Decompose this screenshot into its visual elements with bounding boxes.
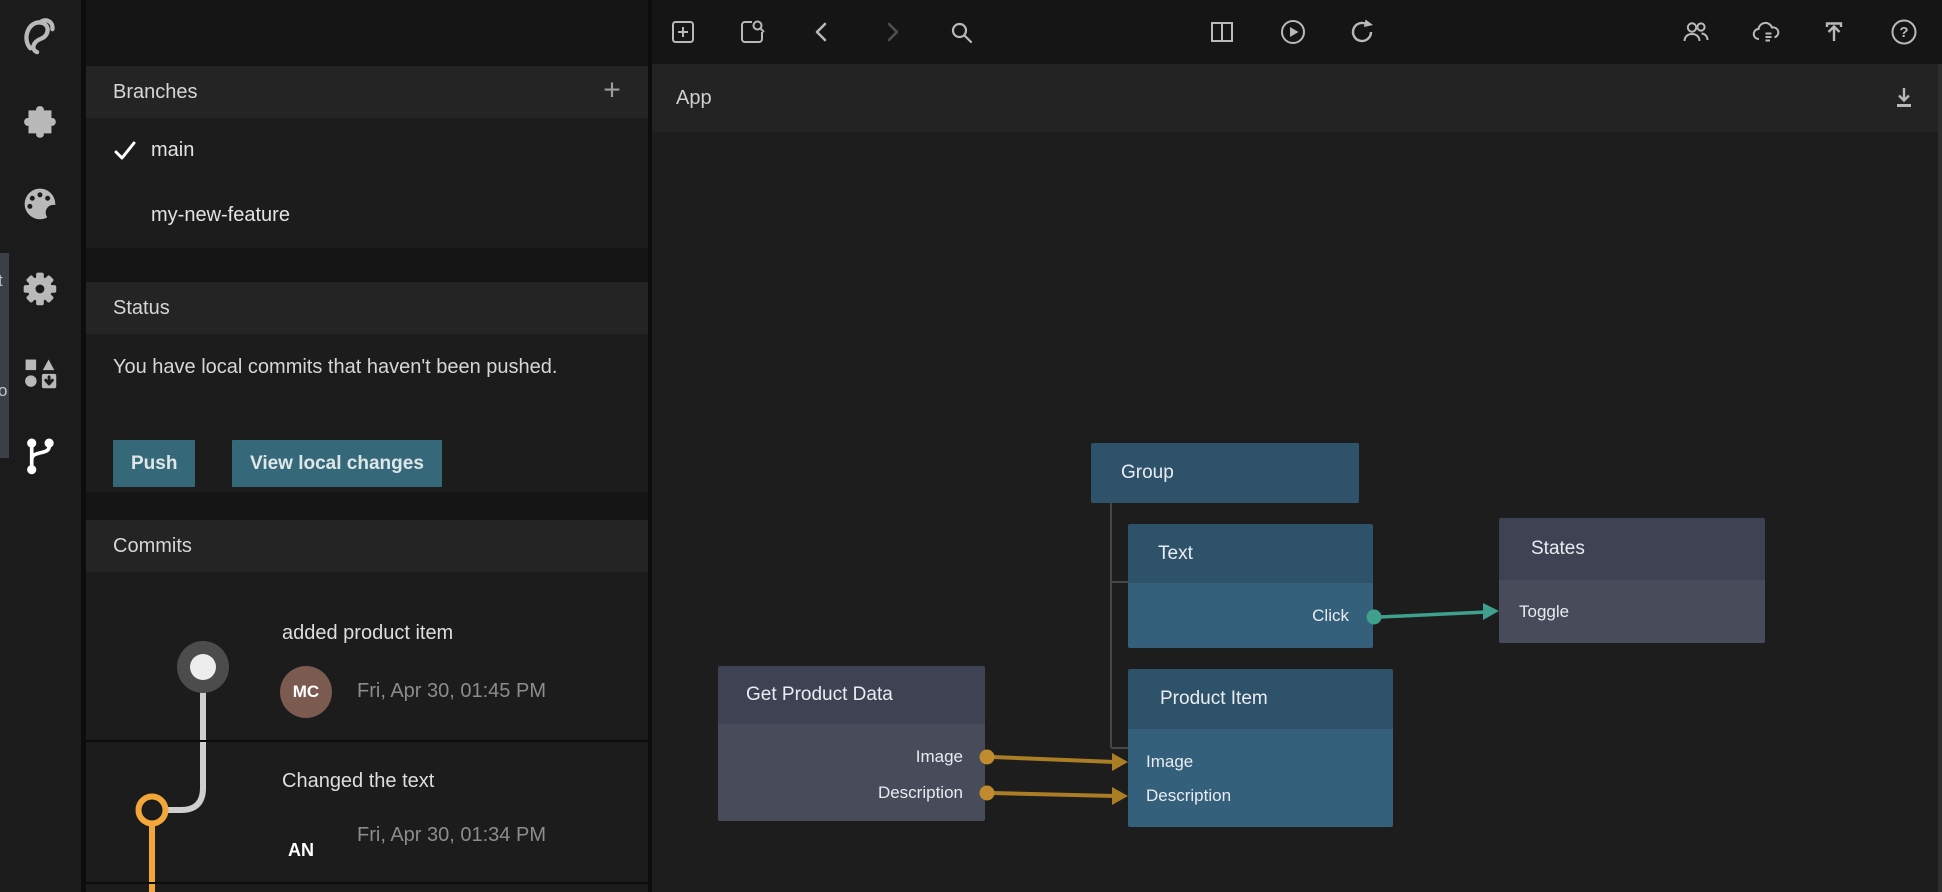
collaborators-button[interactable] bbox=[1680, 16, 1712, 48]
git-branch-icon bbox=[17, 433, 61, 477]
search-button[interactable] bbox=[945, 16, 977, 48]
puzzle-icon bbox=[16, 97, 62, 143]
status-section-header: Status bbox=[86, 282, 648, 334]
chevron-right-icon bbox=[876, 16, 908, 48]
version-control-panel: Branches + main my-new-feature Status Yo… bbox=[86, 0, 648, 892]
nav-back-button[interactable] bbox=[806, 16, 838, 48]
split-editor-button[interactable] bbox=[1206, 16, 1238, 48]
canvas-header: App bbox=[652, 64, 1942, 132]
node-title: Product Item bbox=[1128, 669, 1393, 729]
users-icon bbox=[1680, 16, 1712, 48]
deploy-button[interactable] bbox=[1818, 16, 1850, 48]
add-node-button[interactable] bbox=[667, 16, 699, 48]
shapes-import-icon bbox=[16, 349, 62, 395]
port-description-output[interactable]: Description bbox=[878, 776, 963, 810]
port-toggle-input[interactable]: Toggle bbox=[1519, 580, 1569, 643]
branch-item-main[interactable]: main bbox=[86, 118, 648, 183]
component-search-icon bbox=[736, 16, 768, 48]
download-button[interactable] bbox=[1888, 82, 1920, 114]
push-button[interactable]: Push bbox=[113, 440, 195, 487]
branches-list: main my-new-feature bbox=[86, 118, 648, 248]
cloud-icon bbox=[1749, 16, 1781, 48]
node-title: Group bbox=[1091, 443, 1359, 503]
activity-item-settings[interactable] bbox=[13, 262, 65, 314]
view-local-changes-button[interactable]: View local changes bbox=[232, 440, 442, 487]
component-search-button[interactable] bbox=[736, 16, 768, 48]
node-title: Text bbox=[1128, 524, 1373, 583]
svg-text:?: ? bbox=[1899, 24, 1908, 41]
commits-list: added product item MC Fri, Apr 30, 01:45… bbox=[86, 572, 648, 892]
artifact-letter: t bbox=[0, 271, 3, 291]
node-get-product-data[interactable]: Get Product Data Image Description bbox=[718, 666, 985, 821]
status-message: You have local commits that haven't been… bbox=[113, 350, 613, 384]
run-preview-button[interactable] bbox=[1277, 16, 1309, 48]
node-text[interactable]: Text Click bbox=[1128, 524, 1373, 648]
node-title: Get Product Data bbox=[718, 666, 985, 724]
activity-item-components[interactable] bbox=[13, 94, 65, 146]
port-image-output[interactable]: Image bbox=[916, 740, 963, 774]
node-editor-area: ? App Group Text Click States bbox=[652, 0, 1942, 892]
noodl-logo-icon bbox=[16, 10, 62, 56]
breadcrumb[interactable]: App bbox=[676, 64, 712, 132]
commit-message: added product item bbox=[282, 622, 453, 645]
search-icon bbox=[945, 16, 977, 48]
commit-row[interactable]: added product item MC Fri, Apr 30, 01:45… bbox=[86, 572, 648, 740]
branch-name: my-new-feature bbox=[151, 204, 290, 227]
canvas-scrollbar[interactable] bbox=[1938, 64, 1942, 892]
activity-item-styles[interactable] bbox=[13, 177, 65, 229]
check-icon bbox=[110, 136, 140, 166]
activity-item-logo[interactable] bbox=[13, 7, 65, 59]
node-product-item[interactable]: Product Item Image Description bbox=[1128, 669, 1393, 827]
port-description-input[interactable]: Description bbox=[1146, 779, 1231, 813]
refresh-button[interactable] bbox=[1346, 16, 1378, 48]
commits-section-header: Commits bbox=[86, 520, 648, 572]
branches-title: Branches bbox=[113, 81, 198, 104]
main-toolbar: ? bbox=[652, 0, 1942, 64]
divider bbox=[86, 882, 648, 884]
download-icon bbox=[1888, 82, 1920, 114]
breadcrumb-root: App bbox=[676, 87, 712, 110]
refresh-icon bbox=[1346, 16, 1378, 48]
gear-icon bbox=[16, 265, 62, 311]
port-click-output[interactable]: Click bbox=[1312, 583, 1349, 648]
activity-item-marketplace[interactable] bbox=[13, 346, 65, 398]
nav-forward-button[interactable] bbox=[876, 16, 908, 48]
split-view-icon bbox=[1206, 16, 1238, 48]
status-section-body: You have local commits that haven't been… bbox=[86, 334, 648, 492]
cloud-services-button[interactable] bbox=[1749, 16, 1781, 48]
clipped-window-artifact: t o bbox=[0, 253, 9, 458]
help-button[interactable]: ? bbox=[1888, 16, 1920, 48]
activity-item-version-control[interactable] bbox=[13, 429, 65, 481]
commit-timestamp: Fri, Apr 30, 01:45 PM bbox=[357, 680, 546, 703]
upload-icon bbox=[1818, 16, 1850, 48]
add-branch-button[interactable]: + bbox=[592, 70, 632, 110]
commits-title: Commits bbox=[113, 535, 192, 558]
branch-item-my-new-feature[interactable]: my-new-feature bbox=[86, 183, 648, 248]
palette-icon bbox=[16, 180, 62, 226]
panel-resize-handle[interactable] bbox=[648, 0, 652, 892]
activity-bar bbox=[0, 0, 86, 892]
artifact-letter: o bbox=[0, 381, 7, 401]
node-group[interactable]: Group bbox=[1091, 443, 1359, 503]
branch-name: main bbox=[151, 139, 194, 162]
chevron-left-icon bbox=[806, 16, 838, 48]
node-title: States bbox=[1499, 518, 1765, 580]
node-states[interactable]: States Toggle bbox=[1499, 518, 1765, 643]
avatar: MC bbox=[280, 666, 332, 718]
commit-row[interactable]: Changed the text AN Fri, Apr 30, 01:34 P… bbox=[86, 742, 648, 882]
help-icon: ? bbox=[1888, 16, 1920, 48]
port-image-input[interactable]: Image bbox=[1146, 745, 1193, 779]
status-title: Status bbox=[113, 297, 170, 320]
commit-timestamp: Fri, Apr 30, 01:34 PM bbox=[357, 824, 546, 847]
commit-message: Changed the text bbox=[282, 770, 434, 793]
avatar: AN bbox=[288, 824, 314, 876]
play-circle-icon bbox=[1277, 16, 1309, 48]
branches-section-header: Branches + bbox=[86, 66, 648, 118]
add-node-icon bbox=[667, 16, 699, 48]
